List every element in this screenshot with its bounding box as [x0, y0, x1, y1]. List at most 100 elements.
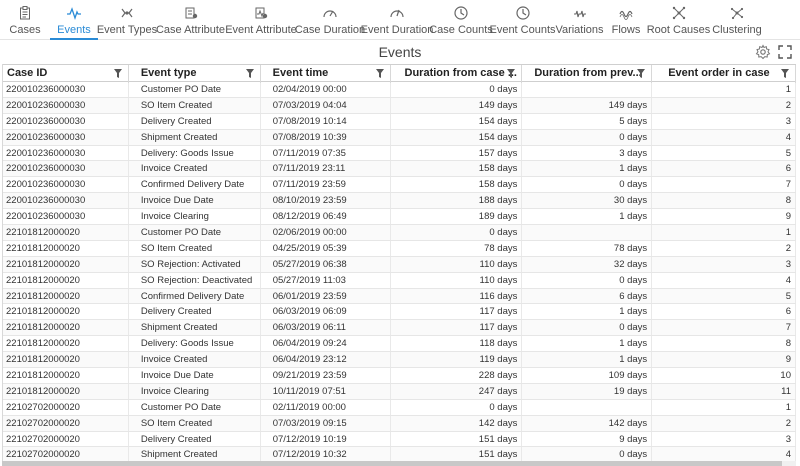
- table-row[interactable]: 220010236000030 Delivery: Goods Issue 07/1…: [3, 145, 796, 162]
- table-row[interactable]: 22102702000020 Delivery Created 07/12/2019…: [3, 431, 796, 448]
- cell-event-time: 07/12/2019 10:19: [261, 431, 391, 447]
- cell-event-time: 05/27/2019 11:03: [261, 272, 391, 288]
- table-row[interactable]: 22101812000020 SO Rejection: Activated 05/…: [3, 256, 796, 273]
- tab-clustering[interactable]: Clustering: [710, 0, 764, 40]
- clock-icon: [454, 6, 468, 20]
- cell-case-id: 22101812000020: [3, 272, 129, 288]
- tab-label: Event Types: [96, 24, 158, 36]
- table-row[interactable]: 22101812000020 Delivery Created 06/03/2019…: [3, 304, 796, 321]
- table-row[interactable]: 220010236000030 Delivery Created 07/08/201…: [3, 113, 796, 130]
- filter-icon[interactable]: [637, 69, 646, 78]
- table-row[interactable]: 22101812000020 Invoice Due Date 09/21/2019…: [3, 368, 796, 384]
- cell-duration-from-case-start: 110 days: [391, 256, 523, 272]
- table-row[interactable]: 220010236000030 SO Item Created 07/03/2019…: [3, 97, 796, 114]
- tab-case-attribute[interactable]: Case Attribute: [156, 0, 225, 40]
- cell-event-time: 07/03/2019 09:15: [261, 415, 391, 431]
- cell-duration-from-case-start: 110 days: [391, 272, 523, 288]
- filter-icon[interactable]: [245, 69, 254, 78]
- scrollbar-thumb[interactable]: [2, 461, 782, 466]
- cell-event-type: SO Item Created: [129, 240, 261, 256]
- cell-case-id: 22101812000020: [3, 225, 129, 240]
- cell-event-type: SO Item Created: [129, 97, 261, 113]
- table-row[interactable]: 22101812000020 Customer PO Date 02/06/2019…: [3, 225, 796, 241]
- cell-duration-from-case-start: 154 days: [391, 113, 523, 129]
- table-row[interactable]: 220010236000030 Invoice Clearing 08/12/201…: [3, 209, 796, 226]
- column-header-duration-from-case-start[interactable]: Duration from case ...: [391, 65, 523, 83]
- cell-event-time: 07/11/2019 23:11: [261, 161, 391, 177]
- tab-flows[interactable]: Flows: [605, 0, 647, 40]
- cell-duration-from-previous: 32 days: [522, 256, 653, 272]
- cell-duration-from-case-start: 151 days: [391, 447, 523, 461]
- column-header-event-order[interactable]: Event order in case: [652, 65, 796, 83]
- filter-icon[interactable]: [375, 69, 384, 78]
- event-types-icon: [121, 8, 133, 18]
- gear-icon[interactable]: [755, 44, 771, 60]
- table-row[interactable]: 22102702000020 SO Item Created 07/03/2019 …: [3, 415, 796, 432]
- tab-event-types[interactable]: Event Types: [96, 0, 158, 40]
- cell-event-time: 07/03/2019 04:04: [261, 97, 391, 113]
- flows-icon: [619, 10, 633, 20]
- table-row[interactable]: 22102702000020 Shipment Created 07/12/2019…: [3, 447, 796, 461]
- table-row[interactable]: 22101812000020 Delivery: Goods Issue 06/04…: [3, 336, 796, 353]
- pulse-icon: [67, 7, 81, 21]
- tab-label: Case Attribute: [155, 24, 226, 36]
- table-row[interactable]: 22102702000020 Customer PO Date 02/11/2019…: [3, 399, 796, 416]
- cell-event-time: 06/03/2019 06:11: [261, 320, 391, 336]
- cell-event-order: 2: [652, 415, 796, 431]
- cell-event-order: 4: [652, 272, 796, 288]
- table-row[interactable]: 220010236000030 Customer PO Date 02/04/201…: [3, 82, 796, 98]
- column-header-event-time[interactable]: Event time: [261, 65, 391, 83]
- variations-icon: [573, 10, 586, 18]
- tab-case-counts[interactable]: Case Counts: [429, 0, 493, 40]
- horizontal-scrollbar[interactable]: [2, 461, 796, 466]
- cell-case-id: 22101812000020: [3, 336, 129, 352]
- filter-icon[interactable]: [507, 69, 516, 78]
- cell-event-order: 5: [652, 288, 796, 304]
- tab-event-attribute[interactable]: Event Attribute: [225, 0, 297, 40]
- tab-event-counts[interactable]: Event Counts: [489, 0, 556, 40]
- table-row[interactable]: 220010236000030 Invoice Created 07/11/2019…: [3, 161, 796, 178]
- tab-case-duration[interactable]: Case Duration: [295, 0, 365, 40]
- tab-cases[interactable]: Cases: [0, 0, 50, 40]
- cell-duration-from-case-start: 119 days: [391, 352, 523, 368]
- table-row[interactable]: 220010236000030 Confirmed Delivery Date 07…: [3, 177, 796, 194]
- column-header-duration-from-previous[interactable]: Duration from prev...: [522, 65, 653, 83]
- table-row[interactable]: 22101812000020 Confirmed Delivery Date 06/…: [3, 288, 796, 305]
- tab-event-duration[interactable]: Event Duration: [360, 0, 434, 40]
- cell-duration-from-case-start: 228 days: [391, 368, 523, 383]
- cell-duration-from-case-start: 189 days: [391, 209, 523, 225]
- tab-label: Event Duration: [360, 24, 434, 36]
- cell-duration-from-case-start: 158 days: [391, 161, 523, 177]
- table-row[interactable]: 220010236000030 Shipment Created 07/08/201…: [3, 129, 796, 146]
- filter-icon[interactable]: [781, 69, 789, 78]
- tab-events[interactable]: Events: [50, 0, 98, 40]
- cell-event-order: 3: [652, 256, 796, 272]
- cell-event-order: 1: [652, 399, 796, 415]
- cell-duration-from-previous: 0 days: [522, 320, 653, 336]
- cell-case-id: 220010236000030: [3, 209, 129, 225]
- tab-variations[interactable]: Variations: [554, 0, 605, 40]
- filter-icon[interactable]: [113, 69, 122, 78]
- cell-event-order: 6: [652, 304, 796, 320]
- tab-label: Event Attribute: [225, 24, 297, 36]
- cell-case-id: 22102702000020: [3, 415, 129, 431]
- cell-event-time: 06/03/2019 06:09: [261, 304, 391, 320]
- page-title: Events: [378, 44, 422, 60]
- cell-duration-from-case-start: 117 days: [391, 320, 523, 336]
- cell-duration-from-previous: 1 days: [522, 336, 653, 352]
- table-row[interactable]: 22101812000020 Invoice Created 06/04/2019 …: [3, 352, 796, 369]
- column-header-event-type[interactable]: Event type: [129, 65, 261, 83]
- fullscreen-icon[interactable]: [777, 44, 793, 60]
- column-header-case-id[interactable]: Case ID: [3, 65, 129, 83]
- tab-label: Cases: [9, 24, 41, 36]
- cell-duration-from-previous: 0 days: [522, 272, 653, 288]
- tab-root-causes[interactable]: Root Causes: [647, 0, 710, 40]
- table-row[interactable]: 22101812000020 SO Item Created 04/25/2019 …: [3, 240, 796, 257]
- table-row[interactable]: 22101812000020 SO Rejection: Deactivated 0…: [3, 272, 796, 289]
- cell-case-id: 22101812000020: [3, 383, 129, 399]
- table-row[interactable]: 220010236000030 Invoice Due Date 08/10/201…: [3, 193, 796, 210]
- table-row[interactable]: 22101812000020 Shipment Created 06/03/2019…: [3, 320, 796, 337]
- cell-duration-from-previous: 1 days: [522, 352, 653, 368]
- cell-event-time: 04/25/2019 05:39: [261, 240, 391, 256]
- table-row[interactable]: 22101812000020 Invoice Clearing 10/11/2019…: [3, 383, 796, 400]
